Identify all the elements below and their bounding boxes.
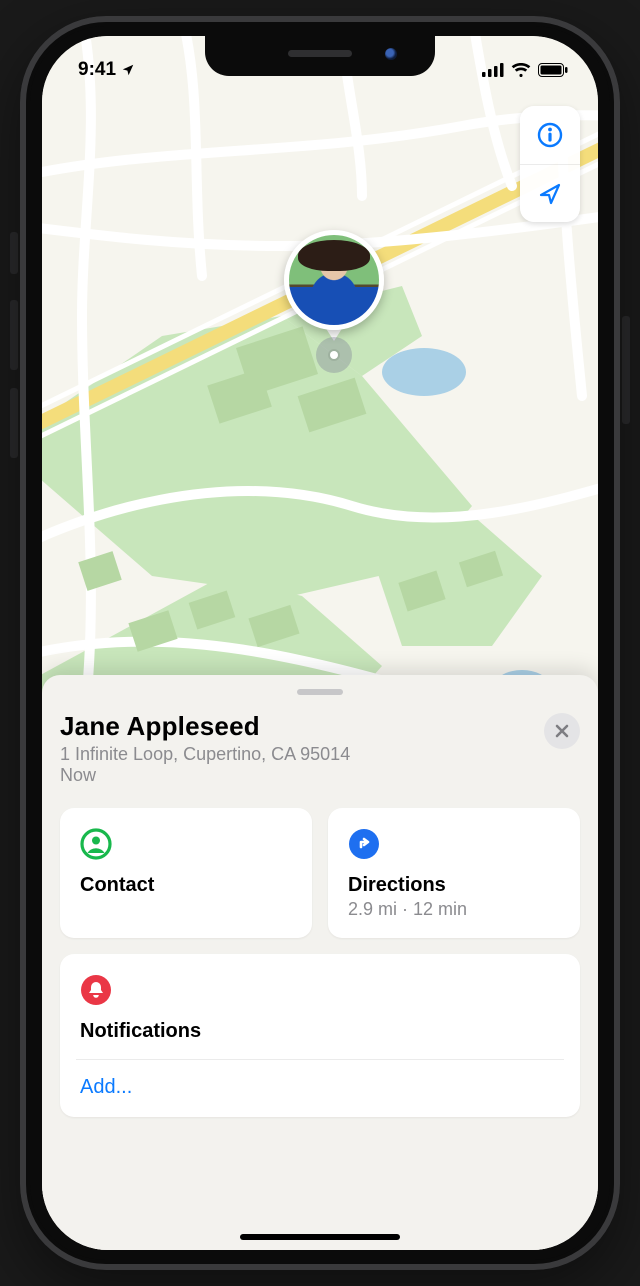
directions-card[interactable]: Directions 2.9 mi · 12 min bbox=[328, 808, 580, 938]
close-button[interactable] bbox=[544, 713, 580, 749]
side-button bbox=[622, 316, 630, 424]
person-name: Jane Appleseed bbox=[60, 711, 544, 742]
divider bbox=[76, 1059, 564, 1060]
close-icon bbox=[555, 724, 569, 738]
sheet-grabber[interactable] bbox=[297, 689, 343, 695]
location-services-icon bbox=[121, 63, 135, 77]
info-icon bbox=[536, 121, 564, 149]
avatar bbox=[284, 230, 384, 330]
wifi-icon bbox=[511, 63, 531, 77]
map-locate-button[interactable] bbox=[520, 164, 580, 222]
volume-down-button bbox=[10, 388, 18, 458]
notifications-card: Notifications Add... bbox=[60, 954, 580, 1117]
status-time: 9:41 bbox=[78, 59, 116, 81]
volume-up-button bbox=[10, 300, 18, 370]
cellular-signal-icon bbox=[482, 63, 504, 77]
map-info-button[interactable] bbox=[520, 106, 580, 164]
directions-icon bbox=[348, 828, 380, 860]
location-accuracy-dot bbox=[316, 337, 352, 373]
device-notch bbox=[205, 36, 435, 76]
person-location-pin[interactable] bbox=[284, 230, 384, 373]
silence-switch bbox=[10, 232, 18, 274]
contact-card[interactable]: Contact bbox=[60, 808, 312, 938]
directions-card-detail: 2.9 mi · 12 min bbox=[348, 899, 560, 920]
speaker-grille bbox=[288, 50, 352, 57]
notifications-add-button[interactable]: Add... bbox=[80, 1076, 560, 1099]
front-camera bbox=[385, 48, 397, 60]
device-frame: 9:41 bbox=[20, 16, 620, 1270]
person-detail-sheet: Jane Appleseed 1 Infinite Loop, Cupertin… bbox=[42, 675, 598, 1250]
person-timestamp: Now bbox=[60, 765, 544, 786]
notifications-icon bbox=[80, 974, 112, 1006]
contact-icon bbox=[80, 828, 112, 860]
home-indicator[interactable] bbox=[240, 1234, 400, 1240]
person-address: 1 Infinite Loop, Cupertino, CA 95014 bbox=[60, 744, 544, 765]
locate-arrow-icon bbox=[536, 180, 564, 208]
map-tools bbox=[520, 106, 580, 222]
screen: 9:41 bbox=[42, 36, 598, 1250]
contact-card-label: Contact bbox=[80, 874, 292, 897]
notifications-card-label: Notifications bbox=[80, 1020, 560, 1043]
directions-card-label: Directions bbox=[348, 874, 560, 897]
battery-icon bbox=[538, 63, 568, 77]
